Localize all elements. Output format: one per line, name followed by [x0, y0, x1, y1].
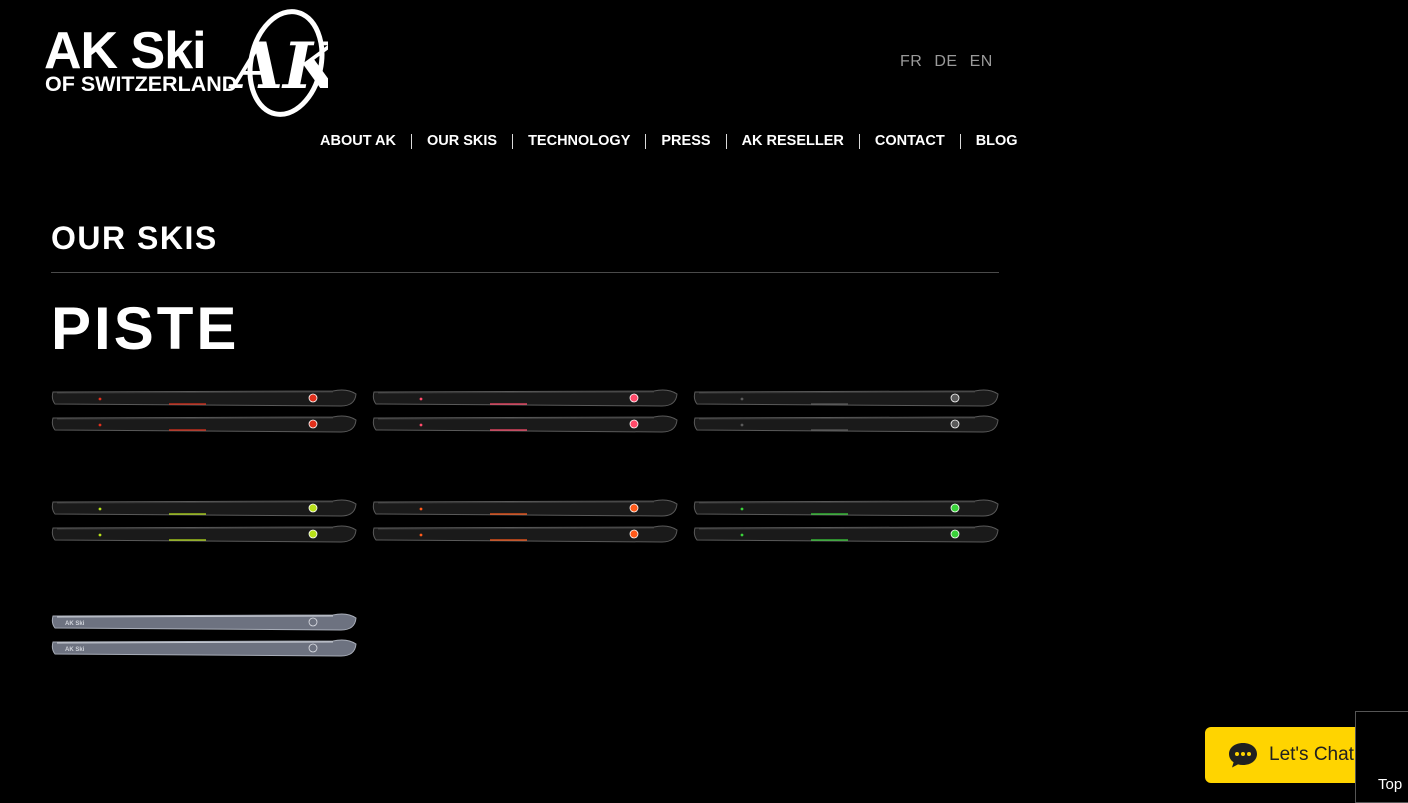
- ski-top-view: AK Ski: [51, 613, 357, 631]
- nav-separator: [959, 133, 961, 149]
- ski-brand-label: AK Ski: [65, 621, 85, 627]
- ski-silver-tile[interactable]: AK Ski AK Ski: [51, 612, 357, 668]
- lang-en-link[interactable]: EN: [970, 53, 993, 71]
- chat-label: Let's Chat!: [1269, 744, 1360, 765]
- nav-ak-reseller[interactable]: AK RESELLER: [727, 132, 859, 150]
- ak-logo-icon: [308, 419, 318, 429]
- ak-logo-icon: [950, 529, 960, 539]
- ski-orange-image: [372, 499, 678, 543]
- language-switcher: FR DE EN: [900, 53, 993, 71]
- ak-logo-icon: [950, 503, 960, 513]
- ski-orange-tile[interactable]: [372, 498, 678, 554]
- ski-lime-image: [51, 499, 357, 543]
- ski-top-view: [51, 499, 357, 517]
- ski-bottom-view: [693, 415, 999, 433]
- ski-top-view: [693, 499, 999, 517]
- ak-logo-icon: [629, 529, 639, 539]
- ak-logo-icon: [629, 419, 639, 429]
- ski-top-view: [372, 499, 678, 517]
- ak-logo-icon: [629, 503, 639, 513]
- main-nav: ABOUT AK OUR SKIS TECHNOLOGY PRESS AK RE…: [305, 132, 1033, 150]
- ski-brand-label: AK Ski: [65, 647, 85, 653]
- back-to-top-button[interactable]: Top: [1355, 711, 1408, 803]
- ski-red-tile[interactable]: [51, 388, 357, 444]
- ak-logo-icon: [629, 393, 639, 403]
- ak-logo-icon: [308, 503, 318, 513]
- ski-black-image: [693, 389, 999, 433]
- chat-bubble-icon: [1229, 743, 1257, 768]
- ski-red-image: [51, 389, 357, 433]
- nav-separator: [858, 133, 860, 149]
- back-to-top-label: Top: [1378, 776, 1403, 793]
- ak-logo-icon: [308, 529, 318, 539]
- ski-black-tile[interactable]: [693, 388, 999, 444]
- brand-logo[interactable]: AK Ski OF SWITZERLAND AK: [44, 8, 328, 120]
- ski-top-view: [372, 389, 678, 407]
- title-divider: [51, 272, 999, 273]
- ski-bottom-view: [372, 415, 678, 433]
- nav-separator: [725, 133, 727, 149]
- nav-about-ak[interactable]: ABOUT AK: [305, 132, 411, 150]
- ak-logo-icon: [950, 419, 960, 429]
- nav-our-skis[interactable]: OUR SKIS: [412, 132, 512, 150]
- nav-separator: [645, 133, 647, 149]
- ski-top-view: [51, 389, 357, 407]
- ak-logo-icon: [308, 393, 318, 403]
- lang-de-link[interactable]: DE: [934, 53, 957, 71]
- ski-bottom-view: AK Ski: [51, 639, 357, 657]
- nav-press[interactable]: PRESS: [646, 132, 725, 150]
- lang-fr-link[interactable]: FR: [900, 53, 922, 71]
- nav-contact[interactable]: CONTACT: [860, 132, 960, 150]
- page-title: OUR SKIS: [51, 220, 218, 256]
- ski-bottom-view: [693, 525, 999, 543]
- ak-emblem-icon: AK: [228, 9, 328, 117]
- ski-bottom-view: [51, 525, 357, 543]
- nav-separator: [410, 133, 412, 149]
- ski-pink-image: [372, 389, 678, 433]
- ak-logo-icon: [950, 393, 960, 403]
- category-title: PISTE: [51, 295, 240, 362]
- ski-lime-tile[interactable]: [51, 498, 357, 554]
- logo-emblem-text: AK: [228, 29, 328, 104]
- nav-blog[interactable]: BLOG: [961, 132, 1033, 150]
- ski-bottom-view: [372, 525, 678, 543]
- ski-green-image: [693, 499, 999, 543]
- ski-bottom-view: [51, 415, 357, 433]
- nav-technology[interactable]: TECHNOLOGY: [513, 132, 645, 150]
- ski-silver-image: AK Ski AK Ski: [51, 613, 357, 657]
- logo-tagline: OF SWITZERLAND: [45, 72, 237, 96]
- ski-pink-tile[interactable]: [372, 388, 678, 444]
- nav-separator: [512, 133, 514, 149]
- ski-green-tile[interactable]: [693, 498, 999, 554]
- ski-top-view: [693, 389, 999, 407]
